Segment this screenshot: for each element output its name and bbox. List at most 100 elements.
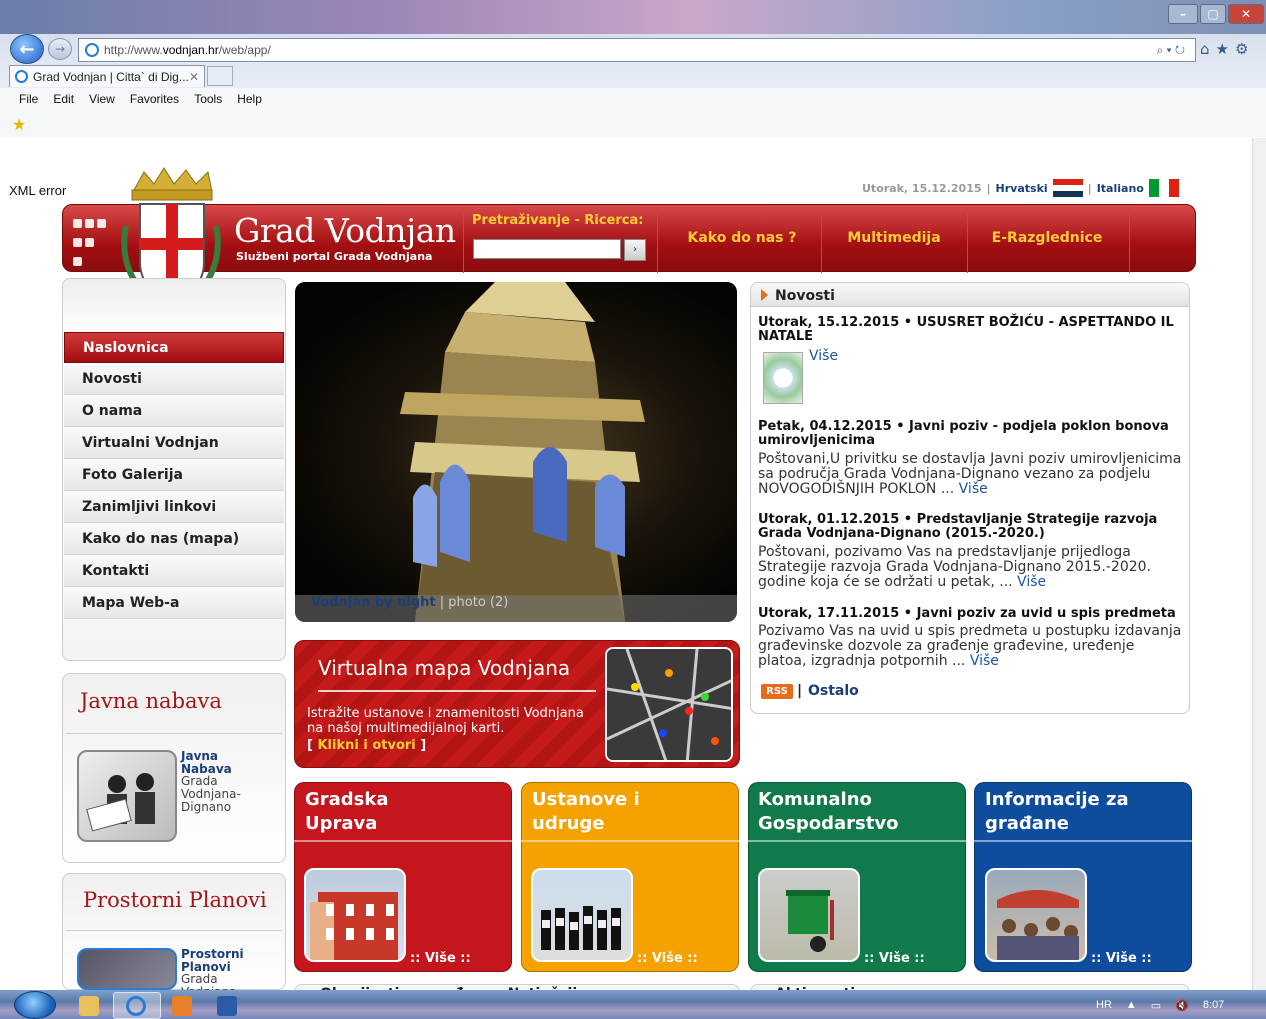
other-news-link[interactable]: Ostalo [808, 683, 859, 699]
tile-title[interactable]: Informacije za građane [985, 788, 1129, 836]
news-more-link[interactable]: Više [1017, 574, 1046, 590]
rss-icon[interactable]: RSS [761, 684, 793, 699]
menu-bar: File Edit View Favorites Tools Help [0, 88, 1266, 110]
sidebar-item-o-nama[interactable]: O nama [64, 396, 284, 427]
language-indicator[interactable]: HR [1096, 999, 1112, 1012]
bracket: ] [415, 738, 427, 753]
sidebar-item-novosti[interactable]: Novosti [64, 364, 284, 395]
lang-italian-link[interactable]: Italiano [1097, 182, 1144, 195]
menu-help[interactable]: Help [237, 92, 262, 106]
javna-nabava-title[interactable]: Javna nabava [80, 689, 222, 713]
maximize-button[interactable]: ▢ [1200, 4, 1226, 24]
tile-photo[interactable] [531, 868, 633, 962]
browser-tab[interactable]: Grad Vodnjan | Citta` di Dig... ✕ [9, 65, 205, 87]
network-icon[interactable]: ▭ [1151, 999, 1161, 1012]
news-item-title[interactable]: Utorak, 01.12.2015 • Predstavljanje Stra… [758, 513, 1178, 541]
nav-e-razglednice[interactable]: E-Razglednice [976, 230, 1118, 246]
tile-photo[interactable] [304, 868, 406, 962]
new-tab-button[interactable] [207, 66, 233, 86]
news-more-link[interactable]: Više [809, 348, 838, 364]
separator: | [986, 181, 991, 195]
hero-caption-photo[interactable]: | photo (2) [436, 595, 509, 610]
menu-file[interactable]: File [19, 92, 38, 106]
start-button[interactable] [14, 991, 56, 1019]
show-hidden-icons-icon[interactable]: ▲ [1126, 999, 1137, 1012]
tile-title[interactable]: Komunalno Gospodarstvo [758, 788, 898, 836]
tile-more-link[interactable]: :: Više :: [637, 951, 698, 966]
word-icon[interactable] [217, 996, 237, 1016]
news-item-text: Pozivamo Vas na uvid u spis predmeta u p… [758, 624, 1182, 669]
sidebar-item-mapa-web-a[interactable]: Mapa Web-a [64, 588, 284, 619]
menu-edit[interactable]: Edit [53, 92, 74, 106]
javna-nabava-thumb[interactable] [77, 750, 177, 842]
close-tab-icon[interactable]: ✕ [189, 70, 199, 84]
search-input[interactable] [473, 239, 621, 259]
prostorni-planovi-sub: Grada Vodnjana- [181, 973, 241, 990]
sidebar-item-naslovnica[interactable]: Naslovnica [64, 332, 284, 363]
tile-title-line: Gospodarstvo [758, 813, 899, 834]
virtual-map-thumbnail[interactable] [605, 647, 733, 762]
explorer-icon[interactable] [79, 996, 99, 1016]
news-item-title[interactable]: Utorak, 15.12.2015 • USUSRET BOŽIĆU - AS… [758, 316, 1178, 344]
sidebar-item-kontakti[interactable]: Kontakti [64, 556, 284, 587]
separator: | [1087, 181, 1092, 195]
virtual-map-link-text[interactable]: Klikni i otvori [317, 738, 415, 753]
lang-croatian-link[interactable]: Hrvatski [996, 182, 1048, 195]
tile-title-line: Komunalno [758, 789, 872, 810]
nav-multimedija[interactable]: Multimedija [834, 230, 954, 246]
news-item-title[interactable]: Petak, 04.12.2015 • Javni poziv - podjel… [758, 420, 1178, 448]
address-bar[interactable]: http://www. vodnjan.hr/web/app/ ⌕ ▾ ↻ [78, 38, 1196, 62]
tile-title[interactable]: Ustanove i udruge [532, 788, 640, 836]
virtual-map-open-link[interactable]: [ Klikni i otvori ] [307, 738, 426, 753]
arrow-icon [761, 289, 768, 301]
volume-muted-icon[interactable]: 🔇 [1175, 999, 1189, 1012]
tile-photo[interactable] [985, 868, 1087, 962]
tile-title-line: Uprava [305, 813, 378, 834]
minimize-button[interactable]: – [1168, 4, 1198, 24]
sidebar-item-zanimljivi-linkovi[interactable]: Zanimljivi linkovi [64, 492, 284, 523]
prostorni-planovi-thumb[interactable] [77, 948, 177, 990]
bracket: [ [307, 738, 318, 753]
xml-error-text: XML error [9, 183, 67, 198]
javna-nabava-link[interactable]: Javna Nabava [181, 750, 241, 776]
url-domain: vodnjan.hr [162, 43, 219, 57]
news-more-link[interactable]: Više [959, 481, 988, 497]
news-more-link[interactable]: Više [970, 653, 999, 669]
search-refresh-icon[interactable]: ⌕ ▾ ↻ [1156, 43, 1185, 58]
prostorni-planovi-link[interactable]: Prostorni Planovi [181, 948, 251, 974]
menu-view[interactable]: View [89, 92, 115, 106]
ie-icon [15, 70, 28, 83]
sidebar-item-virtualni-vodnjan[interactable]: Virtualni Vodnjan [64, 428, 284, 459]
window-titlebar [0, 0, 1266, 34]
add-favorite-icon[interactable]: ★ [12, 115, 30, 134]
sidebar-item-foto-galerija[interactable]: Foto Galerija [64, 460, 284, 491]
close-window-button[interactable]: ✕ [1228, 4, 1264, 24]
tile-more-link[interactable]: :: Više :: [410, 951, 471, 966]
vertical-scrollbar[interactable] [1252, 138, 1266, 990]
prostorni-planovi-title[interactable]: Prostorni Planovi [83, 888, 267, 912]
menu-tools[interactable]: Tools [194, 92, 222, 106]
tile-more-link[interactable]: :: Više :: [1091, 951, 1152, 966]
nav-kako-do-nas[interactable]: Kako do nas ? [680, 230, 804, 246]
tile-photo[interactable] [758, 868, 860, 962]
news-item-title[interactable]: Utorak, 17.11.2015 • Javni poziv za uvid… [758, 607, 1178, 621]
hero-image[interactable] [295, 282, 737, 622]
forward-button[interactable]: → [48, 38, 72, 60]
hero-caption-title[interactable]: Vodnjan by night [311, 595, 436, 610]
sidebar-item-kako-do-nas-mapa[interactable]: Kako do nas (mapa) [64, 524, 284, 555]
divider [318, 690, 596, 692]
outlook-icon[interactable] [172, 996, 192, 1016]
croatian-flag-icon[interactable] [1052, 179, 1083, 197]
date-language-bar: Utorak, 15.12.2015 | Hrvatski | Italiano [862, 179, 1179, 197]
tile-more-link[interactable]: :: Više :: [864, 951, 925, 966]
tile-title[interactable]: Gradska Uprava [305, 788, 389, 836]
toolbar-icons[interactable]: ⌂★⚙ [1200, 40, 1254, 58]
virtual-map-title[interactable]: Virtualna mapa Vodnjana [318, 656, 570, 680]
site-title[interactable]: Grad Vodnjan [234, 211, 456, 250]
news-thumbnail[interactable] [763, 352, 803, 404]
menu-favorites[interactable]: Favorites [130, 92, 179, 106]
clock[interactable]: 8:07 [1203, 999, 1224, 1012]
search-button[interactable]: › [624, 239, 646, 261]
back-button[interactable]: ← [10, 34, 44, 64]
italian-flag-icon[interactable] [1148, 179, 1179, 197]
